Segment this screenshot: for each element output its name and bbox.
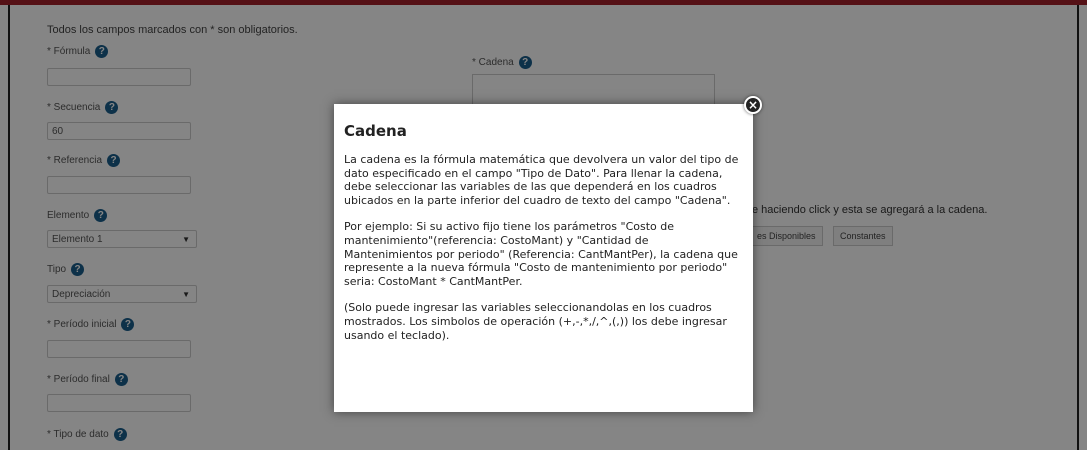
- help-modal: Cadena La cadena es la fórmula matemátic…: [334, 104, 753, 412]
- modal-paragraph: (Solo puede ingresar las variables selec…: [344, 301, 727, 342]
- close-icon[interactable]: ×: [744, 96, 762, 114]
- modal-title: Cadena: [344, 122, 407, 140]
- modal-paragraph: Por ejemplo: Si su activo fijo tiene los…: [344, 220, 738, 288]
- modal-paragraph: La cadena es la fórmula matemática que d…: [344, 153, 739, 207]
